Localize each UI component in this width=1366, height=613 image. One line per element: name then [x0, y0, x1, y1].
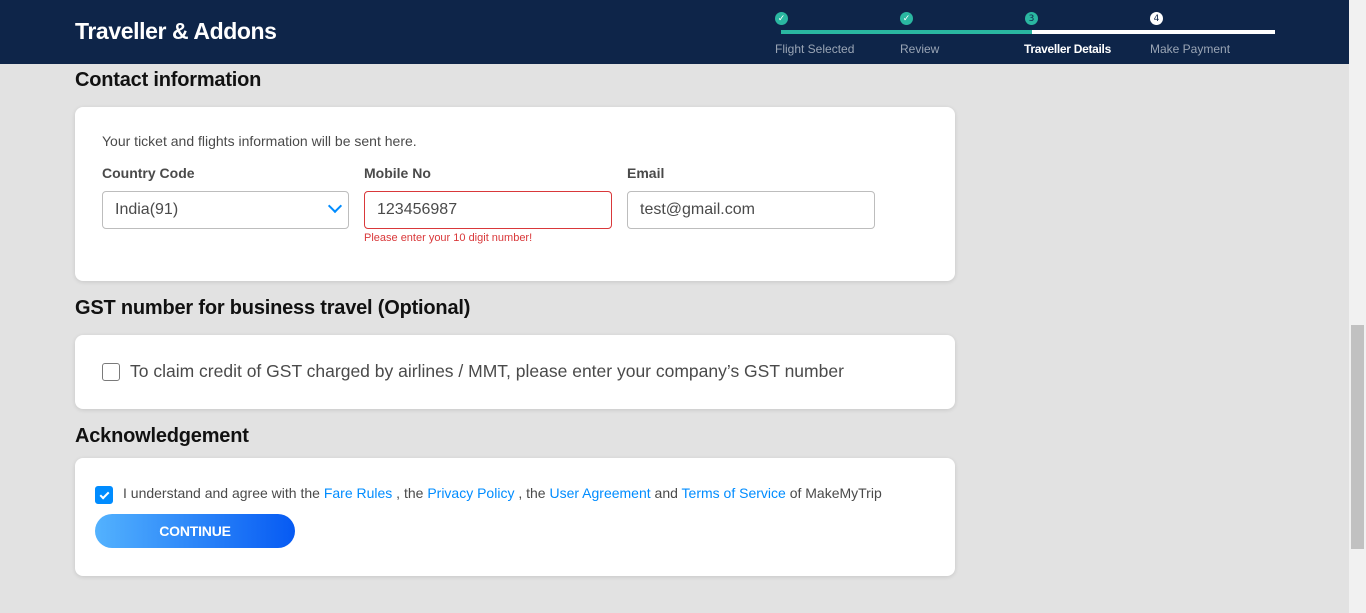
gst-section-title: GST number for business travel (Optional… — [75, 297, 471, 319]
step-traveller-details-label: Traveller Details — [1024, 42, 1111, 56]
email-input[interactable]: test@gmail.com — [627, 191, 875, 229]
user-agreement-link[interactable]: User Agreement — [549, 485, 650, 501]
agreement-suffix: of MakeMyTrip — [789, 485, 882, 501]
terms-of-service-link[interactable]: Terms of Service — [682, 485, 786, 501]
country-code-select[interactable]: India(91) — [102, 191, 349, 229]
country-code-label: Country Code — [102, 165, 195, 181]
privacy-policy-link[interactable]: Privacy Policy — [427, 485, 514, 501]
gst-checkbox-label[interactable]: To claim credit of GST charged by airlin… — [130, 361, 844, 382]
agreement-prefix: I understand and agree with the — [123, 485, 320, 501]
acknowledgement-section-title: Acknowledgement — [75, 425, 249, 447]
gst-checkbox[interactable] — [102, 363, 120, 381]
step-make-payment-marker: 4 — [1150, 12, 1163, 25]
contact-section-title: Contact information — [75, 69, 262, 91]
gst-card: To claim credit of GST charged by airlin… — [75, 335, 955, 409]
mobile-value: 123456987 — [377, 201, 458, 218]
check-icon — [99, 489, 109, 499]
chevron-down-icon — [327, 198, 343, 214]
step-review-check-icon: ✓ — [900, 12, 913, 25]
booking-progress-stepper: ✓ Flight Selected ✓ Review 3 Traveller D… — [775, 10, 1275, 60]
step-make-payment-label: Make Payment — [1150, 42, 1231, 56]
agreement-text: I understand and agree with the Fare Rul… — [123, 485, 882, 501]
contact-card: Your ticket and flights information will… — [75, 107, 955, 281]
page-title: Traveller & Addons — [75, 18, 277, 44]
email-label: Email — [627, 165, 665, 181]
step-traveller-details-marker: 3 — [1025, 12, 1038, 25]
step-review-label: Review — [900, 42, 940, 56]
page-scrollbar-thumb[interactable] — [1351, 325, 1364, 549]
step-flight-selected-check-icon: ✓ — [775, 12, 788, 25]
agreement-separator: , the — [396, 485, 424, 501]
acknowledgement-card: I understand and agree with the Fare Rul… — [75, 458, 955, 576]
mobile-label: Mobile No — [364, 165, 431, 181]
progress-fill — [781, 30, 1032, 34]
fare-rules-link[interactable]: Fare Rules — [324, 485, 392, 501]
agreement-separator: , the — [518, 485, 546, 501]
mobile-input[interactable]: 123456987 — [364, 191, 612, 229]
step-flight-selected-label: Flight Selected — [775, 42, 855, 56]
continue-button[interactable]: CONTINUE — [95, 514, 295, 548]
page-header: Traveller & Addons ✓ Flight Selected ✓ R… — [0, 0, 1349, 64]
email-value: test@gmail.com — [640, 201, 755, 218]
contact-hint: Your ticket and flights information will… — [102, 133, 417, 149]
agree-checkbox[interactable] — [95, 486, 113, 504]
agreement-separator: and — [654, 485, 678, 501]
country-code-value: India(91) — [115, 201, 179, 218]
mobile-error-message: Please enter your 10 digit number! — [364, 232, 533, 244]
